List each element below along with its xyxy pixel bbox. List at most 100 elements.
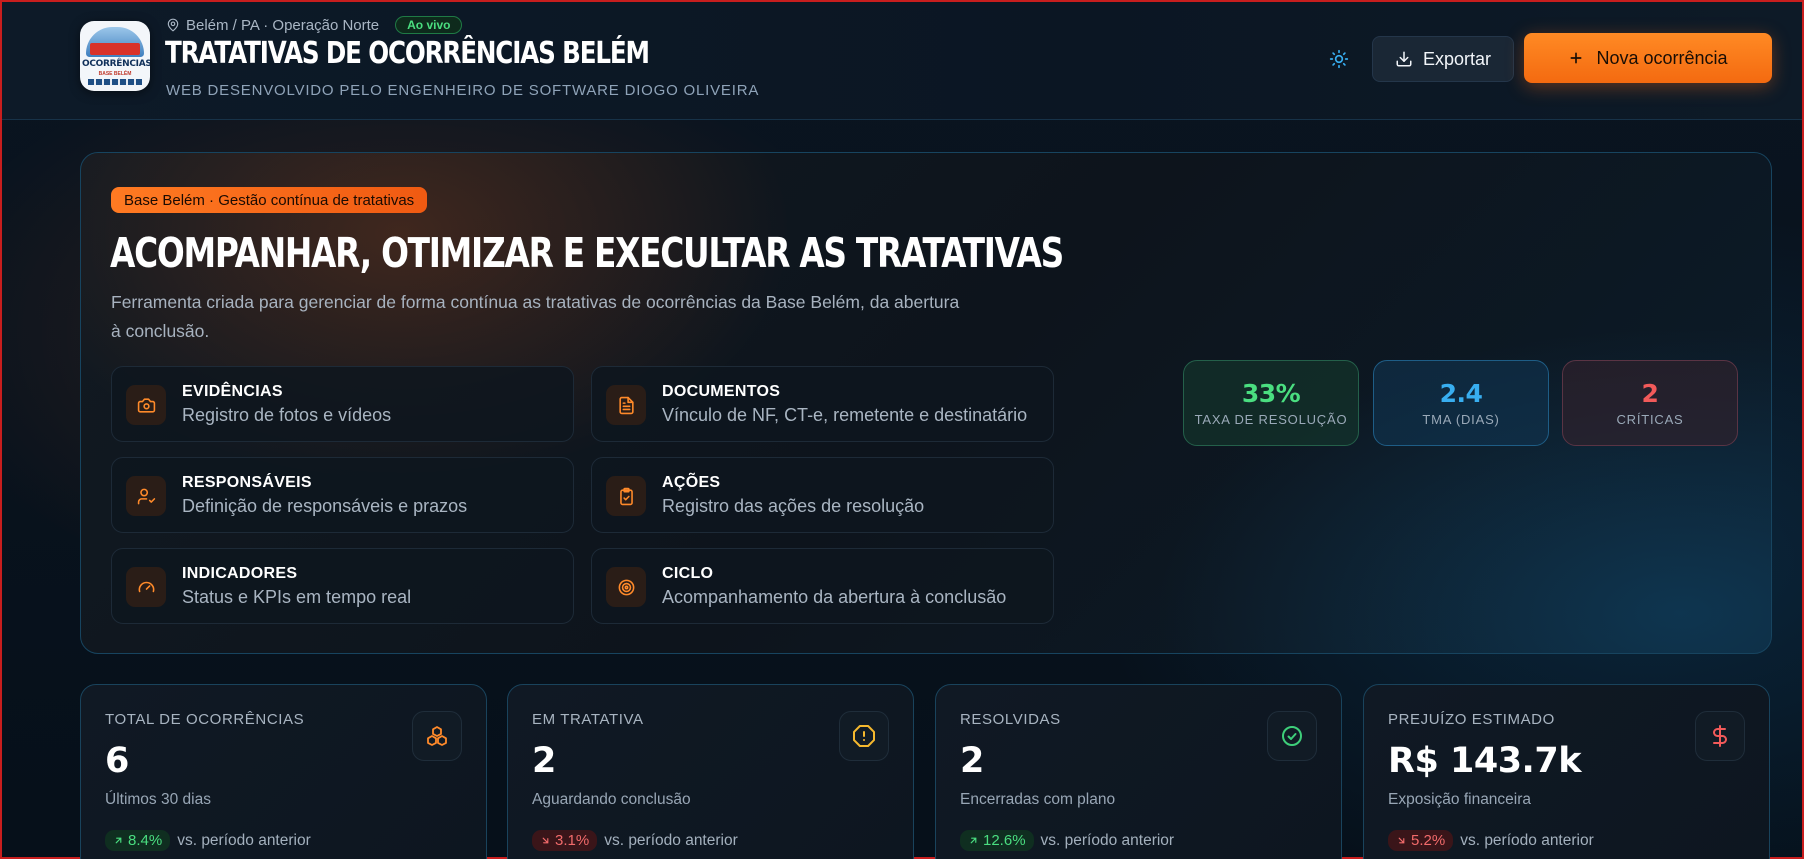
stat-icon-box <box>839 711 889 761</box>
arrow-up-right-icon <box>115 837 122 844</box>
kpi-label: CRÍTICAS <box>1616 412 1684 427</box>
app-logo[interactable]: OCORRÊNCIAS BASE BELÉM <box>80 21 150 91</box>
theme-toggle-button[interactable] <box>1324 44 1354 74</box>
stat-card-loss[interactable]: PREJUÍZO ESTIMADO R$ 143.7k Exposição fi… <box>1363 684 1770 859</box>
kpi-value: 2.4 <box>1439 379 1483 408</box>
logo-truck <box>90 43 140 55</box>
stat-card-total[interactable]: TOTAL DE OCORRÊNCIAS 6 Últimos 30 dias 8… <box>80 684 487 859</box>
gauge-icon <box>138 581 154 592</box>
location-line: Belém / PA · Operação Norte Ao vivo <box>166 16 463 34</box>
stat-trend: 8.4% vs. período anterior <box>105 830 311 851</box>
hero-title: ACOMPANHAR, OTIMIZAR E EXECULTAR AS TRAT… <box>110 229 1064 277</box>
feature-title: DOCUMENTOS <box>662 383 781 400</box>
stat-subtitle: Aguardando conclusão <box>532 791 691 808</box>
stat-trend: 3.1% vs. período anterior <box>532 830 738 851</box>
trend-text: vs. período anterior <box>177 831 311 849</box>
feature-icon-box <box>606 567 646 607</box>
feature-title: RESPONSÁVEIS <box>182 474 312 491</box>
kpi-tma: 2.4 TMA (DIAS) <box>1373 360 1549 446</box>
stat-subtitle: Exposição financeira <box>1388 791 1532 808</box>
new-occurrence-label: Nova ocorrência <box>1596 47 1728 68</box>
trend-value: 5.2% <box>1411 832 1446 849</box>
stat-icon-box <box>1267 711 1317 761</box>
feature-icon-box <box>126 385 166 425</box>
boxes-icon <box>427 726 447 746</box>
stat-subtitle: Encerradas com plano <box>960 791 1116 808</box>
stat-value: 2 <box>532 741 556 781</box>
feature-indicadores[interactable]: INDICADORES Status e KPIs em tempo real <box>111 548 574 624</box>
stat-label: EM TRATATIVA <box>532 711 644 728</box>
feature-icon-box <box>126 567 166 607</box>
logo-stripe <box>88 79 142 85</box>
feature-icon-box <box>606 476 646 516</box>
arrow-down-right-icon <box>542 837 549 844</box>
file-text-icon <box>618 396 634 414</box>
trend-value: 3.1% <box>555 832 590 849</box>
user-check-icon <box>137 488 155 504</box>
trend-text: vs. período anterior <box>1040 831 1175 849</box>
feature-icon-box <box>126 476 166 516</box>
clipboard-check-icon <box>619 487 633 505</box>
stat-value: 2 <box>960 741 984 781</box>
trend-text: vs. período anterior <box>604 831 738 849</box>
live-badge: Ao vivo <box>395 16 463 34</box>
export-button[interactable]: Exportar <box>1372 36 1514 82</box>
stat-value: 6 <box>105 741 129 781</box>
camera-icon <box>137 397 155 413</box>
download-icon <box>1396 51 1412 67</box>
kpi-resolution-rate: 33% TAXA DE RESOLUÇÃO <box>1183 360 1359 446</box>
export-label: Exportar <box>1422 48 1492 69</box>
kpi-critical: 2 CRÍTICAS <box>1562 360 1738 446</box>
arrow-up-right-icon <box>970 837 977 844</box>
stat-trend: 12.6% vs. período anterior <box>960 830 1174 851</box>
feature-title: CICLO <box>662 565 714 582</box>
feature-description: Vínculo de NF, CT-e, remetente e destina… <box>662 405 1028 425</box>
feature-title: INDICADORES <box>182 565 298 582</box>
trend-pill: 12.6% <box>960 830 1034 851</box>
logo-subtext: BASE BELÉM <box>98 71 132 77</box>
feature-evidencias[interactable]: EVIDÊNCIAS Registro de fotos e vídeos <box>111 366 574 442</box>
kpi-value: 33% <box>1241 379 1301 408</box>
trend-pill: 3.1% <box>532 830 598 851</box>
kpi-label: TAXA DE RESOLUÇÃO <box>1194 412 1348 427</box>
kpi-label: TMA (DIAS) <box>1422 412 1500 427</box>
logo-text: OCORRÊNCIAS <box>82 59 150 69</box>
location-text: Belém / PA · Operação Norte <box>186 16 380 34</box>
plus-icon <box>1570 52 1582 64</box>
stat-card-in-progress[interactable]: EM TRATATIVA 2 Aguardando conclusão 3.1%… <box>507 684 914 859</box>
trend-value: 8.4% <box>128 832 163 849</box>
feature-icon-box <box>606 385 646 425</box>
target-icon <box>618 579 634 595</box>
trend-pill: 8.4% <box>105 830 171 851</box>
hero-description: Ferramenta criada para gerenciar de form… <box>111 292 960 341</box>
map-pin-icon <box>167 18 179 32</box>
stat-card-resolved[interactable]: RESOLVIDAS 2 Encerradas com plano 12.6% … <box>935 684 1342 859</box>
top-bar: OCORRÊNCIAS BASE BELÉM Belém / PA · Oper… <box>2 2 1802 120</box>
check-circle-icon <box>1282 726 1302 746</box>
arrow-down-right-icon <box>1398 837 1405 844</box>
feature-description: Registro das ações de resolução <box>662 496 925 516</box>
feature-ciclo[interactable]: CICLO Acompanhamento da abertura à concl… <box>591 548 1054 624</box>
feature-description: Acompanhamento da abertura à conclusão <box>662 587 1007 607</box>
trend-text: vs. período anterior <box>1460 831 1594 849</box>
kpi-value: 2 <box>1641 379 1659 408</box>
hero-badge: Base Belém · Gestão contínua de tratativ… <box>111 187 428 213</box>
stat-icon-box <box>1695 711 1745 761</box>
stat-icon-box <box>412 711 462 761</box>
feature-title: AÇÕES <box>662 474 721 491</box>
new-occurrence-button[interactable]: Nova ocorrência <box>1524 33 1772 83</box>
trend-value: 12.6% <box>983 832 1026 849</box>
stat-trend: 5.2% vs. período anterior <box>1388 830 1594 851</box>
stat-value: R$ 143.7k <box>1388 741 1581 781</box>
feature-responsaveis[interactable]: RESPONSÁVEIS Definição de responsáveis e… <box>111 457 574 533</box>
stat-label: TOTAL DE OCORRÊNCIAS <box>105 711 305 728</box>
feature-description: Registro de fotos e vídeos <box>182 405 392 425</box>
feature-documentos[interactable]: DOCUMENTOS Vínculo de NF, CT-e, remetent… <box>591 366 1054 442</box>
app-title: TRATATIVAS DE OCORRÊNCIAS BELÉM <box>165 36 650 71</box>
feature-acoes[interactable]: AÇÕES Registro das ações de resolução <box>591 457 1054 533</box>
sun-icon <box>1329 49 1349 69</box>
feature-description: Definição de responsáveis e prazos <box>182 496 468 516</box>
stat-subtitle: Últimos 30 dias <box>105 791 211 808</box>
app-subtitle: WEB DESENVOLVIDO PELO ENGENHEIRO DE SOFT… <box>166 82 760 99</box>
hero-panel: Base Belém · Gestão contínua de tratativ… <box>80 152 1772 654</box>
